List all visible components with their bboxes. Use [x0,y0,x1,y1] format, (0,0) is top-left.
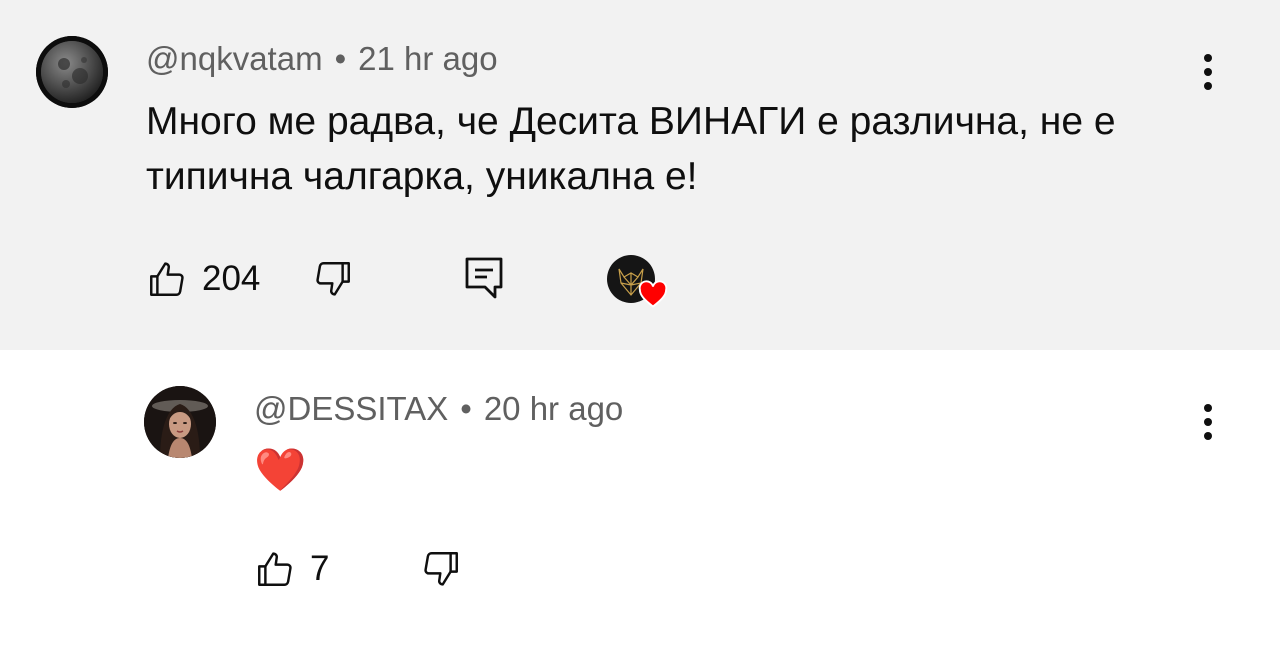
comment-text: ❤️ [254,445,307,494]
timestamp[interactable]: 21 hr ago [358,40,497,77]
avatar[interactable] [144,386,216,458]
dislike-button[interactable] [420,546,462,592]
timestamp[interactable]: 20 hr ago [484,390,623,427]
comment-meta: @nqkvatam • 21 hr ago [146,40,498,78]
more-vertical-icon[interactable] [1196,54,1220,90]
author-handle[interactable]: @DESSITAX [254,390,448,427]
thumbs-up-icon [150,262,184,296]
heart-icon [638,280,668,308]
thumbs-down-icon [316,262,350,296]
like-count: 204 [202,259,261,298]
thumbs-down-icon [424,552,458,586]
like-button[interactable]: 7 [254,546,329,592]
separator: • [460,390,472,427]
like-button[interactable]: 204 [146,256,260,302]
moon-icon [36,36,108,108]
thumbs-up-icon [258,552,292,586]
woman-portrait-icon [144,386,216,458]
reply-button[interactable] [462,254,506,302]
reply-comment-icon [465,257,503,299]
comment-thread: @nqkvatam • 21 hr ago Много ме радва, че Д… [0,0,1280,350]
like-count: 7 [310,549,330,588]
comment-text: Много ме радва, че Десита ВИНАГИ е разли… [146,100,1116,198]
separator: • [334,40,347,77]
more-vertical-icon[interactable] [1196,404,1220,440]
author-handle[interactable]: @nqkvatam [146,40,323,77]
avatar[interactable] [36,36,108,108]
reply-thread: @DESSITAX • 20 hr ago ❤️ 7 [0,350,1280,646]
comment-meta: @DESSITAX • 20 hr ago [254,390,623,428]
dislike-button[interactable] [312,256,354,302]
